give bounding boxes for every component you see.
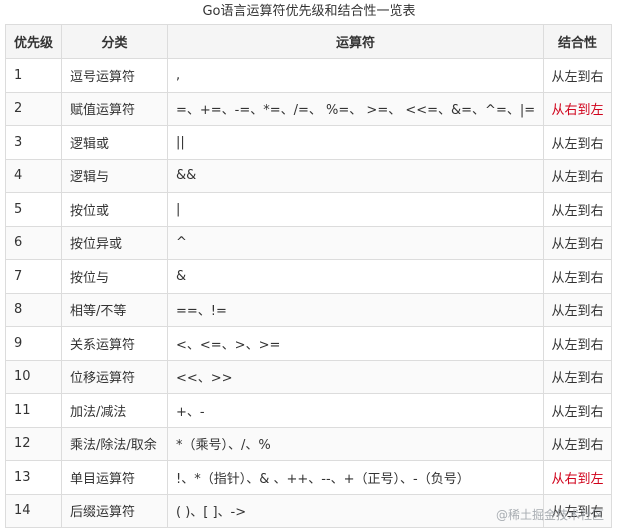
- table-row: 8 相等/不等 ==、!= 从左到右: [5, 292, 612, 327]
- category-cell: 关系运算符: [61, 326, 168, 361]
- table-row: 11 加法/减法 +、- 从左到右: [5, 393, 612, 428]
- table-row: 2 赋值运算符 =、+=、-=、*=、/=、 %=、 >=、 <<=、&=、^=…: [5, 91, 612, 126]
- associativity-cell: 从左到右: [543, 192, 612, 227]
- table-row: 1 逗号运算符 , 从左到右: [5, 58, 612, 93]
- precedence-cell: 9: [5, 326, 62, 361]
- precedence-cell: 1: [5, 58, 62, 93]
- precedence-cell: 13: [5, 460, 62, 495]
- precedence-cell: 4: [5, 158, 62, 193]
- table-row: 12 乘法/除法/取余 *（乘号）、/、% 从左到右: [5, 426, 612, 461]
- operators-cell: =、+=、-=、*=、/=、 %=、 >=、 <<=、&=、^=、|=: [167, 91, 544, 126]
- table-row: 6 按位异或 ^ 从左到右: [5, 225, 612, 260]
- category-cell: 相等/不等: [61, 292, 168, 327]
- associativity-cell: 从左到右: [543, 359, 612, 394]
- precedence-cell: 11: [5, 393, 62, 428]
- operators-cell: ( )、[ ]、->: [167, 493, 544, 528]
- associativity-cell: 从右到左: [543, 91, 612, 126]
- associativity-cell: 从左到右: [543, 225, 612, 260]
- associativity-cell: 从左到右: [543, 158, 612, 193]
- category-cell: 逻辑或: [61, 125, 168, 160]
- table-row: 9 关系运算符 <、<=、>、>= 从左到右: [5, 326, 612, 361]
- table-caption: Go语言运算符优先级和结合性一览表: [202, 4, 416, 19]
- precedence-cell: 7: [5, 259, 62, 294]
- associativity-cell: 从左到右: [543, 426, 612, 461]
- table-row: 13 单目运算符 !、*（指针）、& 、++、--、+（正号）、-（负号） 从右…: [5, 460, 612, 495]
- category-cell: 赋值运算符: [61, 91, 168, 126]
- operators-cell: +、-: [167, 393, 544, 428]
- associativity-cell: 从左到右: [543, 58, 612, 93]
- operators-cell: ||: [167, 125, 544, 160]
- operators-cell: ==、!=: [167, 292, 544, 327]
- category-cell: 逗号运算符: [61, 58, 168, 93]
- header-operators: 运算符: [167, 24, 544, 59]
- precedence-cell: 3: [5, 125, 62, 160]
- operators-cell: &&: [167, 158, 544, 193]
- category-cell: 乘法/除法/取余: [61, 426, 168, 461]
- associativity-cell: 从左到右: [543, 125, 612, 160]
- header-category: 分类: [61, 24, 168, 59]
- table-row: 10 位移运算符 <<、>> 从左到右: [5, 359, 612, 394]
- category-cell: 单目运算符: [61, 460, 168, 495]
- precedence-cell: 12: [5, 426, 62, 461]
- precedence-cell: 5: [5, 192, 62, 227]
- precedence-cell: 8: [5, 292, 62, 327]
- table-row: 4 逻辑与 && 从左到右: [5, 158, 612, 193]
- table-header-row: 优先级 分类 运算符 结合性: [5, 24, 612, 59]
- header-associativity: 结合性: [543, 24, 612, 59]
- table-row: 7 按位与 & 从左到右: [5, 259, 612, 294]
- associativity-cell: 从左到右: [543, 326, 612, 361]
- category-cell: 后缀运算符: [61, 493, 168, 528]
- associativity-cell: 从右到左: [543, 460, 612, 495]
- operators-cell: &: [167, 259, 544, 294]
- header-precedence: 优先级: [5, 24, 62, 59]
- category-cell: 加法/减法: [61, 393, 168, 428]
- category-cell: 位移运算符: [61, 359, 168, 394]
- category-cell: 按位异或: [61, 225, 168, 260]
- operators-cell: <、<=、>、>=: [167, 326, 544, 361]
- associativity-cell: 从左到右: [543, 292, 612, 327]
- operators-cell: |: [167, 192, 544, 227]
- category-cell: 逻辑与: [61, 158, 168, 193]
- watermark: @稀土掘金技术社区: [495, 508, 604, 522]
- associativity-cell: 从左到右: [543, 393, 612, 428]
- operators-cell: <<、>>: [167, 359, 544, 394]
- precedence-cell: 10: [5, 359, 62, 394]
- operators-cell: ^: [167, 225, 544, 260]
- precedence-cell: 6: [5, 225, 62, 260]
- operator-precedence-table: 优先级 分类 运算符 结合性 1 逗号运算符 , 从左到右 2 赋值运算符 =、…: [5, 24, 612, 528]
- table-row: 5 按位或 | 从左到右: [5, 192, 612, 227]
- category-cell: 按位或: [61, 192, 168, 227]
- operators-cell: !、*（指针）、& 、++、--、+（正号）、-（负号）: [167, 460, 544, 495]
- operators-cell: ,: [167, 58, 544, 93]
- operators-cell: *（乘号）、/、%: [167, 426, 544, 461]
- associativity-cell: 从左到右: [543, 259, 612, 294]
- precedence-cell: 14: [5, 493, 62, 528]
- table-row: 3 逻辑或 || 从左到右: [5, 125, 612, 160]
- precedence-cell: 2: [5, 91, 62, 126]
- category-cell: 按位与: [61, 259, 168, 294]
